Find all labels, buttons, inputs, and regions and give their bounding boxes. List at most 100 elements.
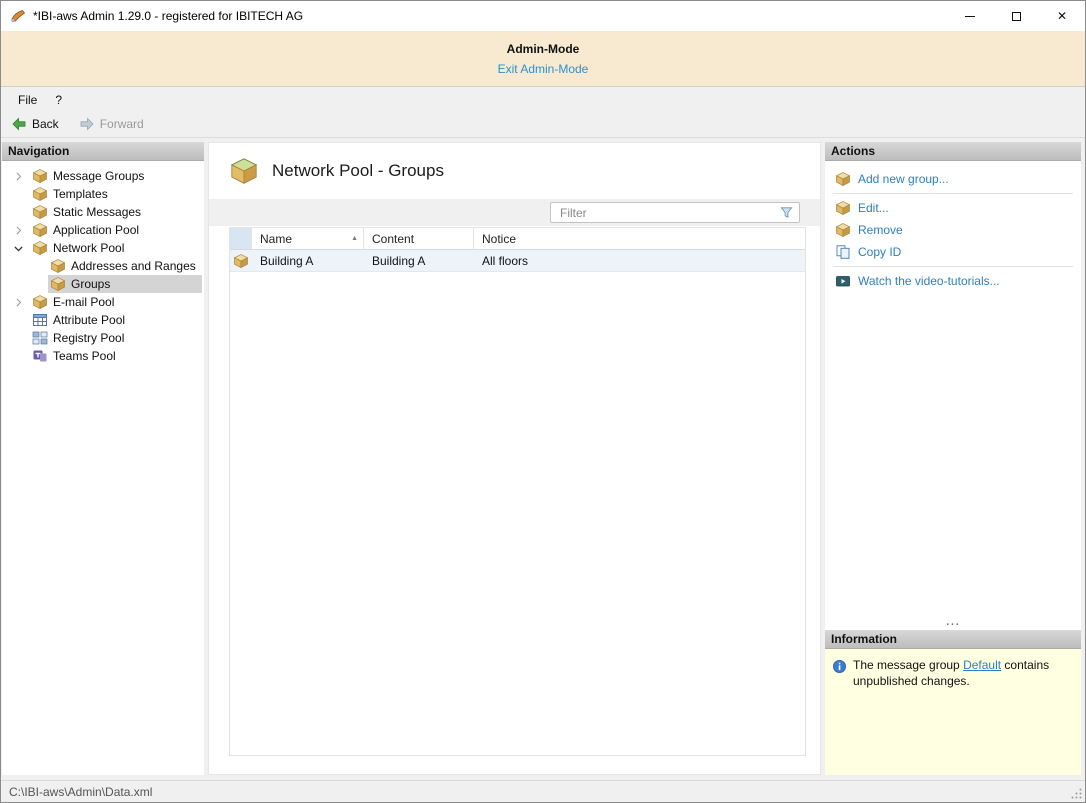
maximize-icon (1011, 11, 1021, 21)
teams-icon (32, 348, 48, 364)
status-bar: C:\IBI-aws\Admin\Data.xml (1, 780, 1085, 802)
groups-table: Name ▲ Content Notice Building A Buildin… (229, 227, 806, 756)
right-column: Actions Add new group... Edit... Remove (825, 142, 1081, 775)
content-column-header[interactable]: Content (364, 228, 474, 249)
back-arrow-icon (11, 116, 27, 132)
admin-mode-title: Admin-Mode (506, 42, 580, 56)
maximize-button[interactable] (993, 1, 1039, 31)
nav-item-network-pool[interactable]: Network Pool (2, 239, 204, 257)
exit-admin-mode-link[interactable]: Exit Admin-Mode (498, 62, 589, 76)
nav-item-templates[interactable]: Templates (2, 185, 204, 203)
action-copy-id[interactable]: Copy ID (825, 241, 1081, 263)
menu-help[interactable]: ? (46, 90, 71, 110)
box-icon (50, 276, 66, 292)
nav-item-addresses-and-ranges[interactable]: Addresses and Ranges (2, 257, 204, 275)
group-add-icon (835, 171, 851, 187)
box-icon (32, 204, 48, 220)
navigation-header: Navigation (2, 142, 204, 161)
separator (833, 266, 1073, 267)
title-bar: *IBI-aws Admin 1.29.0 - registered for I… (1, 1, 1085, 31)
table-row[interactable]: Building A Building A All floors (230, 250, 805, 272)
toolbar: Back Forward (1, 111, 1085, 137)
information-panel: Information The message group Default co… (825, 630, 1081, 775)
notice-column-header[interactable]: Notice (474, 228, 805, 249)
row-content-cell: Building A (372, 253, 426, 268)
nav-item-message-groups[interactable]: Message Groups (2, 167, 204, 185)
nav-item-static-messages[interactable]: Static Messages (2, 203, 204, 221)
page-title: Network Pool - Groups (272, 161, 444, 180)
box-icon (32, 168, 48, 184)
information-header: Information (825, 630, 1081, 649)
navigation-tree: Message Groups Templates Static Messages (2, 161, 204, 365)
window-title: *IBI-aws Admin 1.29.0 - registered for I… (33, 9, 304, 23)
content-panel: Network Pool - Groups Name ▲ Content Not… (208, 142, 821, 775)
app-icon (10, 8, 26, 24)
nav-item-groups[interactable]: Groups (2, 275, 204, 293)
chevron-right-icon[interactable] (12, 168, 30, 184)
nav-item-teams-pool[interactable]: Teams Pool (2, 347, 204, 365)
filter-funnel-icon[interactable] (779, 205, 794, 220)
row-notice-cell: All floors (482, 253, 529, 268)
close-button[interactable]: ✕ (1039, 1, 1085, 31)
actions-header: Actions (825, 142, 1081, 161)
window-controls: ✕ (947, 1, 1085, 31)
chevron-right-icon[interactable] (12, 222, 30, 238)
nav-item-attribute-pool[interactable]: Attribute Pool (2, 311, 204, 329)
group-remove-icon (835, 222, 851, 238)
action-add-new-group[interactable]: Add new group... (825, 168, 1081, 190)
actions-panel: Actions Add new group... Edit... Remove (825, 142, 1081, 618)
panel-splitter-grip[interactable]: … (825, 613, 1081, 630)
workspace: Navigation Message Groups Templates Stat… (1, 137, 1085, 780)
row-name-cell: Building A (260, 253, 314, 268)
box-icon (32, 222, 48, 238)
minimize-icon (965, 15, 975, 17)
default-group-link[interactable]: Default (963, 658, 1001, 672)
action-watch-video-tutorials[interactable]: Watch the video-tutorials... (825, 270, 1081, 292)
minimize-button[interactable] (947, 1, 993, 31)
group-box-icon (229, 156, 259, 186)
video-icon (835, 273, 851, 289)
back-button[interactable]: Back (6, 114, 64, 134)
nav-item-registry-pool[interactable]: Registry Pool (2, 329, 204, 347)
box-icon (32, 240, 48, 256)
info-icon (832, 659, 847, 674)
forward-label: Forward (99, 117, 144, 131)
content-title-row: Network Pool - Groups (229, 156, 444, 186)
back-label: Back (32, 117, 59, 131)
status-path: C:\IBI-aws\Admin\Data.xml (9, 784, 153, 799)
name-column-header[interactable]: Name ▲ (252, 228, 364, 249)
information-text: The message group Default contains unpub… (853, 658, 1050, 688)
box-icon (233, 253, 249, 269)
forward-button[interactable]: Forward (74, 114, 149, 134)
resize-grip[interactable] (1070, 787, 1083, 800)
filter-input[interactable] (551, 205, 779, 220)
action-list: Add new group... Edit... Remove Copy ID (825, 161, 1081, 292)
nav-item-email-pool[interactable]: E-mail Pool (2, 293, 204, 311)
box-icon (50, 258, 66, 274)
table-icon (32, 312, 48, 328)
navigation-panel: Navigation Message Groups Templates Stat… (2, 142, 204, 775)
copy-icon (835, 244, 851, 260)
nav-item-application-pool[interactable]: Application Pool (2, 221, 204, 239)
table-header-row: Name ▲ Content Notice (230, 228, 805, 250)
admin-mode-banner: Admin-Mode Exit Admin-Mode (1, 31, 1085, 87)
action-edit[interactable]: Edit... (825, 197, 1081, 219)
menu-bar: File ? (1, 88, 1085, 111)
group-edit-icon (835, 200, 851, 216)
action-remove[interactable]: Remove (825, 219, 1081, 241)
menu-file[interactable]: File (9, 90, 46, 110)
filter-box (550, 202, 800, 223)
filter-strip (209, 199, 820, 226)
box-icon (32, 186, 48, 202)
box-icon (32, 294, 48, 310)
icon-column-header (230, 228, 252, 249)
chevron-right-icon[interactable] (12, 294, 30, 310)
app-window: *IBI-aws Admin 1.29.0 - registered for I… (0, 0, 1086, 803)
information-body: The message group Default contains unpub… (825, 649, 1081, 775)
chevron-down-icon[interactable] (12, 240, 30, 256)
separator (833, 193, 1073, 194)
sort-ascending-icon: ▲ (351, 235, 358, 242)
forward-arrow-icon (79, 116, 95, 132)
close-icon: ✕ (1056, 9, 1068, 23)
registry-icon (32, 330, 48, 346)
